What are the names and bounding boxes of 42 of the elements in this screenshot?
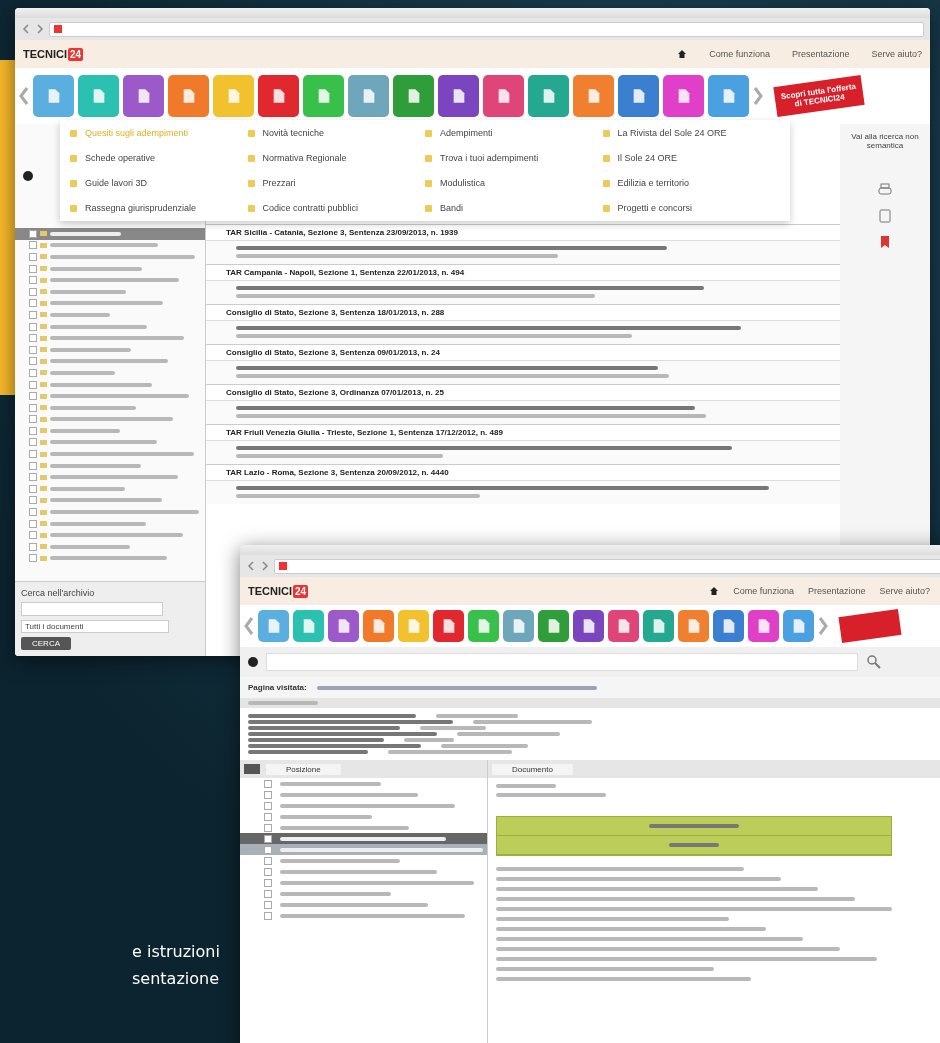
caption-text: e istruzioni xyxy=(132,942,220,961)
document-type-select[interactable]: Tutti i documenti xyxy=(21,620,169,633)
logo-text: TECNICI xyxy=(248,585,292,597)
ruling-title[interactable]: Consiglio di Stato, Sezione 3, Sentenza 09/01/2013, n. 24 xyxy=(206,345,840,360)
header-link[interactable]: Presentazione xyxy=(807,586,866,596)
header-link[interactable]: Serve aiuto? xyxy=(879,586,930,596)
search-button[interactable]: CERCA xyxy=(21,637,71,650)
position-tab[interactable]: Posizione xyxy=(266,763,341,775)
menu-item[interactable]: Normativa Regionale xyxy=(247,153,425,163)
menu-item[interactable]: Adempimenti xyxy=(425,128,603,138)
ruling-title[interactable]: TAR Campania - Napoli, Sezione 1, Sentenza 22/01/2013, n. 494 xyxy=(206,265,840,280)
menu-item[interactable]: Trova i tuoi adempimenti xyxy=(425,153,603,163)
menu-item[interactable]: La Rivista del Sole 24 ORE xyxy=(602,128,780,138)
ruling-title[interactable]: TAR Sicilia - Catania, Sezione 3, Sentenza 23/09/2013, n. 1939 xyxy=(206,225,840,240)
ruling-title[interactable]: TAR Lazio - Roma, Sezione 3, Sentenza 20/09/2012, n. 4440 xyxy=(206,465,840,480)
menu-item[interactable]: Il Sole 24 ORE xyxy=(602,153,780,163)
header-link[interactable]: Presentazione xyxy=(791,49,850,59)
menu-item[interactable]: Novità tecniche xyxy=(247,128,425,138)
menu-item[interactable]: Edilizia e territorio xyxy=(602,178,780,188)
menu-item[interactable]: Prezzari xyxy=(247,178,425,188)
caption-text: sentazione xyxy=(132,969,220,988)
panel-title: Cerca nell'archivio xyxy=(21,588,96,598)
menu-item[interactable]: Codice contratti pubblici xyxy=(247,203,425,213)
menu-item[interactable]: Guide lavori 3D xyxy=(70,178,248,188)
logo-text: TECNICI xyxy=(23,48,67,60)
menu-item[interactable]: Modulistica xyxy=(425,178,603,188)
side-link[interactable]: Vai alla ricerca non semantica xyxy=(840,132,930,172)
menu-item[interactable]: Schede operative xyxy=(70,153,248,163)
logo-badge: 24 xyxy=(68,47,84,61)
ruling-title[interactable]: Consiglio di Stato, Sezione 3, Sentenza 18/01/2013, n. 288 xyxy=(206,305,840,320)
document-tab[interactable]: Documento xyxy=(492,763,573,775)
menu-item[interactable]: Rassegna giurisprudenziale xyxy=(70,203,248,213)
ruling-title[interactable]: TAR Friuli Venezia Giulia - Trieste, Sezione 1, Sentenza 17/12/2012, n. 489 xyxy=(206,425,840,440)
menu-item[interactable]: Bandi xyxy=(425,203,603,213)
header-link[interactable]: Come funziona xyxy=(709,49,770,59)
promo-ribbon[interactable]: Scopri tutta l'offerta di TECNICI24 xyxy=(773,75,865,117)
breadcrumb-label: Pagina visitata: xyxy=(248,683,307,692)
menu-item[interactable]: Progetti e concorsi xyxy=(602,203,780,213)
logo-badge: 24 xyxy=(293,584,309,598)
ruling-title[interactable]: Consiglio di Stato, Sezione 3, Ordinanza 07/01/2013, n. 25 xyxy=(206,385,840,400)
header-link[interactable]: Serve aiuto? xyxy=(871,49,922,59)
header-link[interactable]: Come funziona xyxy=(733,586,794,596)
